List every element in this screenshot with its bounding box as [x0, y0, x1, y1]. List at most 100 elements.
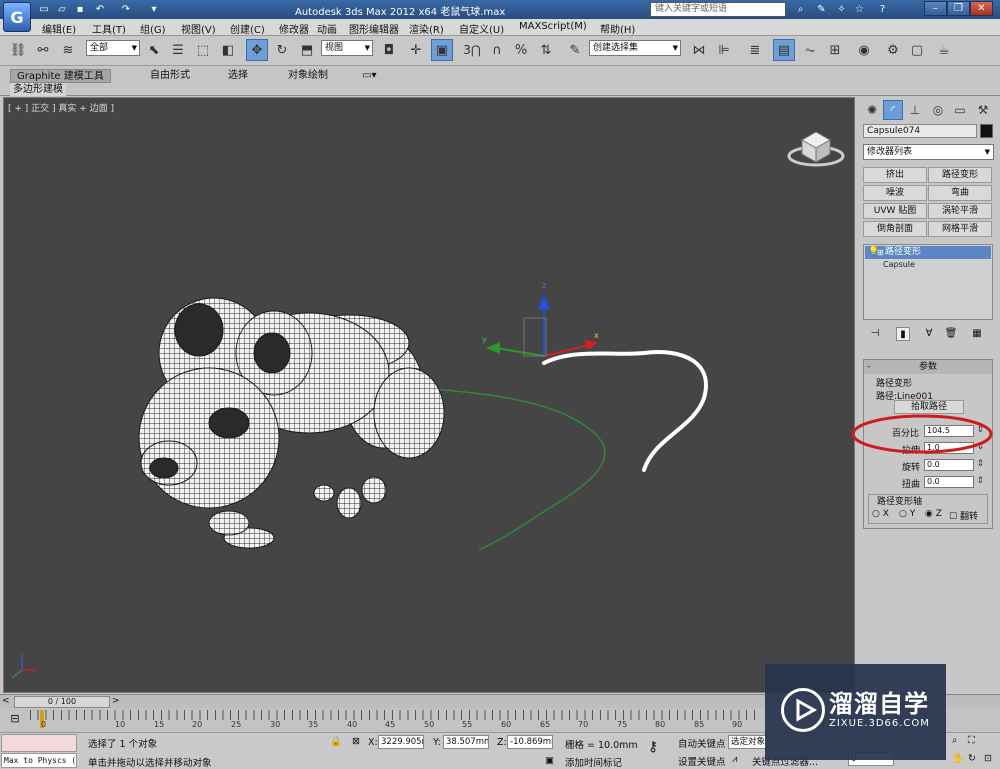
tab-object-paint[interactable]: 对象绘制: [282, 69, 334, 83]
object-name-field[interactable]: Capsule074: [863, 124, 977, 138]
named-selection-select[interactable]: 创建选择集: [589, 40, 681, 56]
select-object-icon[interactable]: ⬉: [143, 39, 165, 61]
mini-curve-editor-icon[interactable]: ⊟: [4, 712, 26, 728]
menu-rendering[interactable]: 渲染(R): [409, 21, 444, 36]
meshsmooth-button[interactable]: 网格平滑: [928, 221, 992, 237]
redo-icon[interactable]: ↷: [118, 2, 134, 17]
menu-help[interactable]: 帮助(H): [600, 21, 635, 36]
turbosmooth-button[interactable]: 涡轮平滑: [928, 203, 992, 219]
next-frame-icon[interactable]: >: [112, 696, 120, 706]
expand-icon[interactable]: ⊞: [877, 246, 884, 259]
axis-x-radio[interactable]: ○ X: [872, 509, 889, 519]
tab-hierarchy-icon[interactable]: ⊥: [905, 100, 925, 120]
key-curve-icon[interactable]: ⩘: [732, 754, 737, 765]
orbit-icon[interactable]: ↻: [968, 753, 976, 764]
select-by-name-icon[interactable]: ☰: [167, 39, 189, 61]
new-file-icon[interactable]: ▭: [36, 2, 52, 17]
menu-group[interactable]: 组(G): [140, 21, 166, 36]
binoculars-icon[interactable]: ⌕: [793, 2, 808, 17]
wrench-icon[interactable]: ✧: [834, 2, 849, 17]
stack-item-capsule[interactable]: Capsule: [865, 260, 915, 269]
star-icon[interactable]: ☆: [852, 2, 867, 17]
x-coordinate-field[interactable]: 3229.905m: [378, 735, 424, 749]
path-deform-button[interactable]: 路径变形: [928, 167, 992, 183]
help-search-input[interactable]: 键入关键字或短语: [650, 2, 786, 17]
select-scale-icon[interactable]: ⬒: [296, 39, 318, 61]
axis-z-radio[interactable]: ◉ Z: [925, 509, 942, 519]
tab-motion-icon[interactable]: ◎: [928, 100, 948, 120]
render-teapot-icon[interactable]: ☕: [933, 39, 955, 61]
tab-modify-icon[interactable]: ◜: [883, 100, 903, 120]
twist-spinner[interactable]: 0.0: [924, 476, 984, 488]
select-manipulate-icon[interactable]: ✛: [405, 39, 427, 61]
select-move-icon[interactable]: ✥: [246, 39, 268, 61]
maxscript-listener-top[interactable]: [1, 734, 77, 752]
tab-utilities-icon[interactable]: ⚒: [973, 100, 993, 120]
auto-key-button[interactable]: 自动关键点: [678, 736, 726, 750]
bend-button[interactable]: 弯曲: [928, 185, 992, 201]
zoom-extents-icon[interactable]: ⛶: [968, 735, 975, 746]
perspective-viewport[interactable]: [ + ] 正交 ] 真实 + 边面 ] z y x: [3, 97, 855, 693]
select-rotate-icon[interactable]: ↻: [271, 39, 293, 61]
menu-customize[interactable]: 自定义(U): [459, 21, 504, 36]
ref-coord-select[interactable]: 视图: [321, 40, 373, 56]
tab-create-icon[interactable]: ✺: [862, 100, 882, 120]
angle-snap-icon[interactable]: ∩: [486, 39, 508, 61]
curve-editor-icon[interactable]: ⏦: [799, 39, 821, 61]
zoom-icon[interactable]: ⌕: [952, 735, 957, 746]
stack-item-path-deform[interactable]: 💡 ⊞ 路径变形: [865, 246, 991, 259]
menu-graph-editors[interactable]: 图形编辑器: [349, 21, 399, 36]
snap-toggle-icon[interactable]: 3 ⋂: [461, 39, 483, 61]
material-editor-icon[interactable]: ◉: [853, 39, 875, 61]
axis-y-radio[interactable]: ○ Y: [899, 509, 915, 519]
menu-animation[interactable]: 动画: [317, 21, 337, 36]
rendered-frame-icon[interactable]: ▢: [906, 39, 928, 61]
bind-spacewarp-icon[interactable]: ≋: [57, 39, 79, 61]
pin-stack-icon[interactable]: ⊣: [868, 327, 882, 341]
ribbon-options-icon[interactable]: ▭▾: [356, 69, 382, 83]
align-icon[interactable]: ⊫: [713, 39, 735, 61]
modifier-list-select[interactable]: 修改器列表: [863, 144, 994, 160]
extrude-button[interactable]: 挤出: [863, 167, 927, 183]
y-coordinate-field[interactable]: 38.507mm: [443, 735, 489, 749]
add-time-tag-button[interactable]: 添加时间标记: [565, 755, 622, 769]
polygon-modeling-panel[interactable]: 多边形建模: [10, 83, 66, 96]
set-key-button[interactable]: 设置关键点: [678, 754, 726, 768]
selection-filter-select[interactable]: 全部: [86, 40, 140, 56]
edit-named-selection-icon[interactable]: ✎: [564, 39, 586, 61]
menu-tools[interactable]: 工具(T): [92, 21, 126, 36]
app-logo-button[interactable]: G: [3, 2, 31, 32]
menu-edit[interactable]: 编辑(E): [42, 21, 76, 36]
schematic-view-icon[interactable]: ⊞: [824, 39, 846, 61]
menu-modifiers[interactable]: 修改器: [279, 21, 309, 36]
menu-views[interactable]: 视图(V): [181, 21, 216, 36]
pan-icon[interactable]: ✋: [952, 753, 964, 764]
menu-create[interactable]: 创建(C): [230, 21, 265, 36]
rect-selection-icon[interactable]: ⬚: [192, 39, 214, 61]
modifier-stack[interactable]: 💡 ⊞ 路径变形 Capsule: [863, 244, 993, 320]
close-button[interactable]: ✕: [970, 1, 993, 16]
remove-modifier-icon[interactable]: 🗑: [944, 327, 958, 341]
link-icon[interactable]: ⛓: [7, 39, 29, 61]
window-crossing-icon[interactable]: ◧: [217, 39, 239, 61]
tab-freeform[interactable]: 自由形式: [144, 69, 196, 83]
time-slider-thumb[interactable]: 0 / 100: [14, 696, 110, 708]
selection-lock-icon[interactable]: 🔒: [330, 736, 342, 747]
show-end-result-icon[interactable]: ▮: [896, 327, 910, 341]
rollout-header[interactable]: - 参数: [864, 360, 992, 374]
noise-button[interactable]: 噪波: [863, 185, 927, 201]
mirror-icon[interactable]: ⋈: [688, 39, 710, 61]
selected-object-select[interactable]: 选定对象: [728, 735, 768, 749]
help-icon[interactable]: ?: [875, 2, 890, 17]
keyboard-shortcut-icon[interactable]: ▣: [431, 39, 453, 61]
spinner-snap-icon[interactable]: ⇅: [535, 39, 557, 61]
tools-icon[interactable]: ✎: [814, 2, 829, 17]
rotate-spinner[interactable]: 0.0: [924, 459, 984, 471]
time-tag-icon[interactable]: ▣: [545, 755, 554, 766]
object-color-swatch[interactable]: [980, 124, 993, 138]
save-icon[interactable]: ▪: [72, 2, 88, 17]
tab-graphite-modeling[interactable]: Graphite 建模工具: [10, 69, 111, 83]
configure-sets-icon[interactable]: ▦: [970, 327, 984, 341]
maximize-button[interactable]: ❐: [947, 1, 970, 16]
minimize-button[interactable]: –: [924, 1, 947, 16]
